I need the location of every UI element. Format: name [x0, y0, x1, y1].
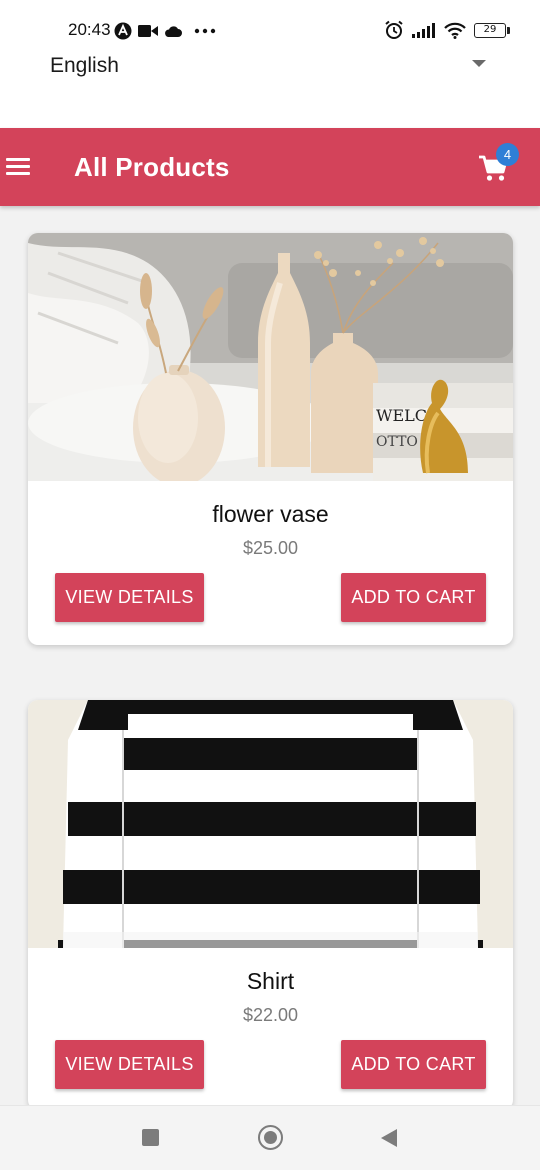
add-to-cart-button[interactable]: ADD TO CART [341, 1040, 486, 1089]
wifi-icon [444, 22, 466, 39]
signal-icon [412, 23, 435, 38]
product-card: WELCO OTTO flower vase $25.00 VIEW DETAI… [28, 233, 513, 645]
battery-icon: 29 [474, 22, 510, 38]
menu-icon[interactable] [6, 158, 30, 176]
status-icons-right: 29 [384, 18, 510, 42]
cart-count-badge: 4 [496, 143, 519, 166]
status-icons-left [114, 20, 216, 42]
nav-app-icon [114, 22, 132, 40]
product-name: flower vase [212, 501, 329, 527]
product-image-flower-vase[interactable]: WELCO OTTO [28, 233, 513, 481]
video-icon [138, 25, 158, 37]
view-details-button[interactable]: VIEW DETAILS [55, 573, 204, 622]
svg-text:OTTO: OTTO [376, 434, 418, 450]
more-dots-icon [194, 28, 216, 34]
view-details-button[interactable]: VIEW DETAILS [55, 1040, 204, 1089]
product-name: Shirt [246, 968, 295, 994]
cloud-icon [165, 25, 182, 37]
home-circle-icon[interactable] [258, 1125, 283, 1150]
product-image-shirt[interactable] [28, 700, 513, 948]
add-to-cart-button[interactable]: ADD TO CART [341, 573, 486, 622]
product-price: $22.00 [242, 1005, 299, 1025]
alarm-icon [385, 20, 403, 39]
chevron-down-icon[interactable] [472, 60, 486, 67]
product-price: $25.00 [242, 538, 299, 558]
status-time: 20:43 [68, 20, 111, 39]
back-triangle-icon[interactable] [381, 1129, 397, 1147]
recents-square-icon[interactable] [142, 1129, 159, 1146]
language-select-value: English [50, 54, 119, 77]
page-title: All Products [74, 152, 230, 182]
product-card: Shirt $22.00 VIEW DETAILS ADD TO CART [28, 700, 513, 1110]
